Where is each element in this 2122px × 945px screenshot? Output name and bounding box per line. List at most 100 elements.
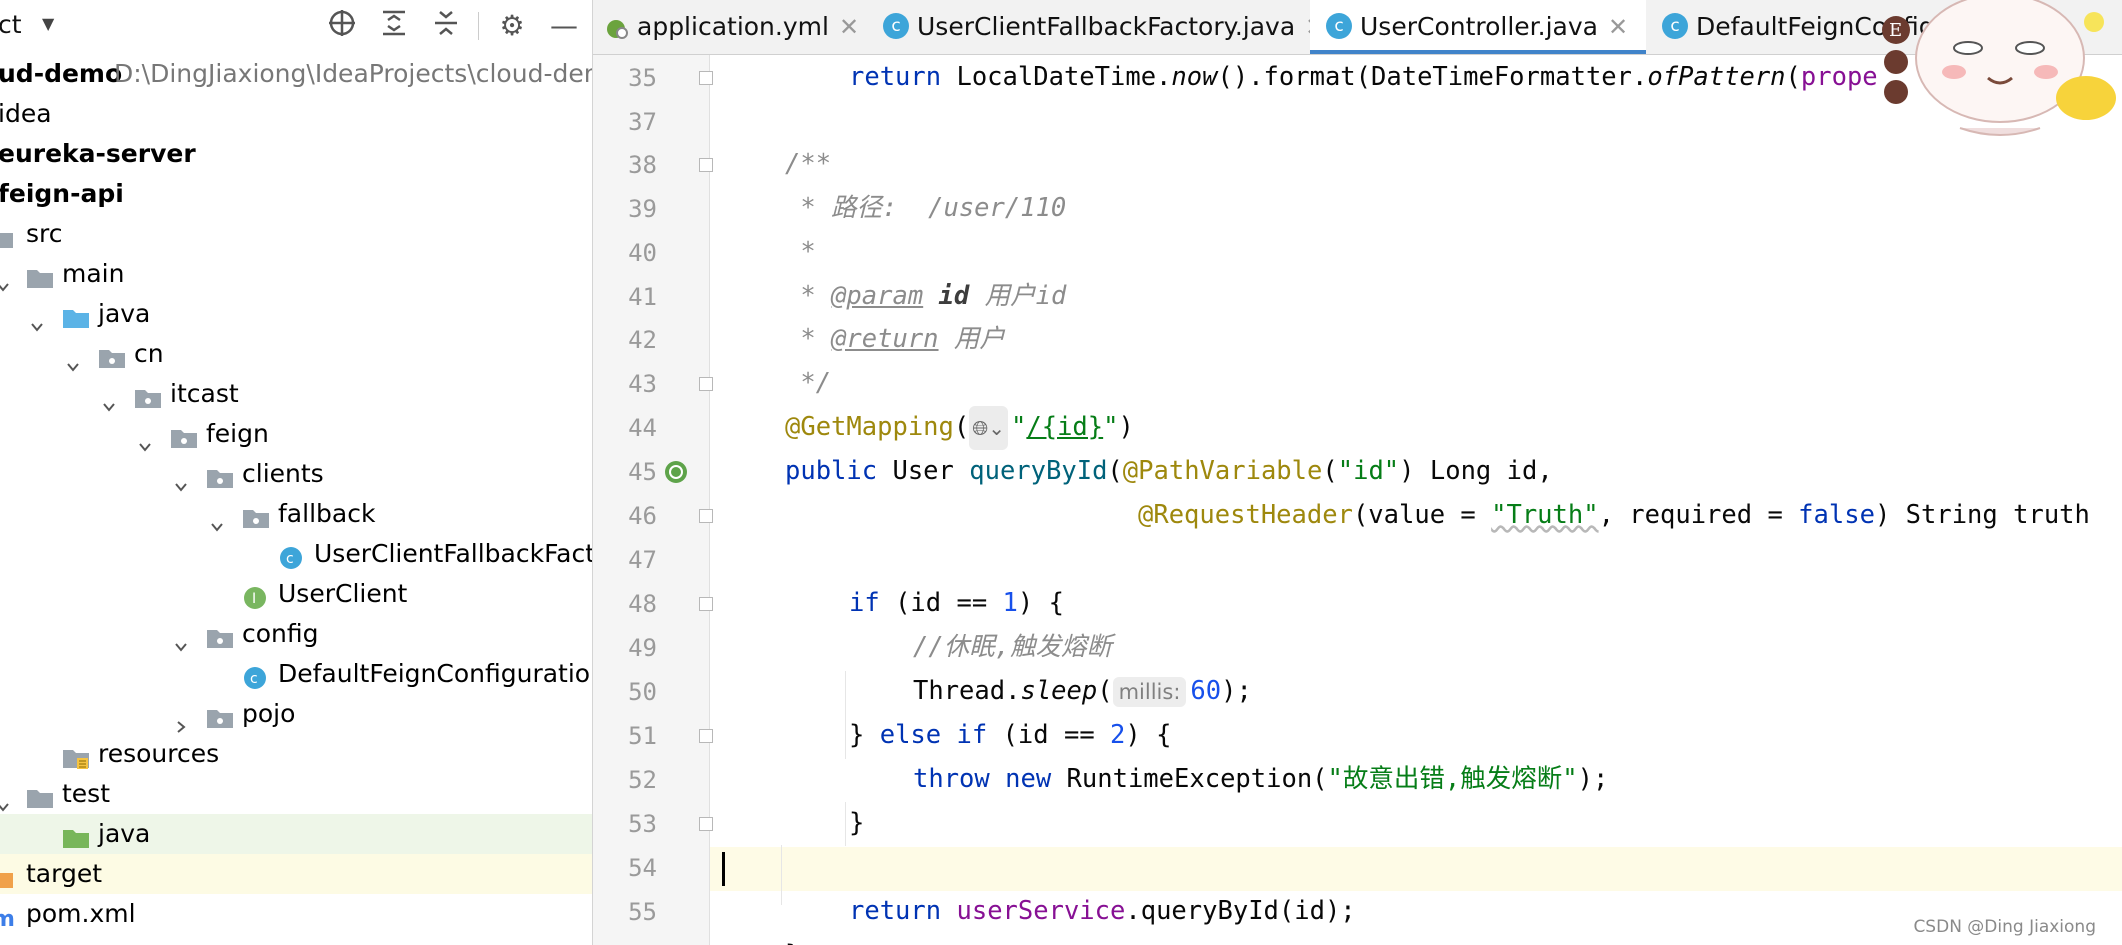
class-icon: c xyxy=(242,662,270,689)
code-line-41: * @param id 用户id xyxy=(785,281,1067,311)
tree-item[interactable]: c DefaultFeignConfiguration xyxy=(0,654,592,694)
excluded-folder-icon xyxy=(0,862,14,888)
spring-endpoint-icon[interactable] xyxy=(663,459,689,485)
project-toolbar: ct ▼ ⚙ — xyxy=(0,0,592,54)
tree-item[interactable]: main xyxy=(0,254,592,294)
line-number: 48 xyxy=(628,590,657,618)
tree-item[interactable]: ud-demo D:\DingJiaxiong\IdeaProjects\clou… xyxy=(0,54,592,94)
parameter-hint: millis: xyxy=(1112,677,1187,707)
chevron-down-icon[interactable] xyxy=(66,346,80,372)
tree-item[interactable]: src xyxy=(0,214,592,254)
svg-text:I: I xyxy=(252,591,256,607)
tree-item-label: target xyxy=(26,859,103,888)
class-icon: c xyxy=(278,542,306,569)
tab-application-yml[interactable]: application.yml ✕ xyxy=(605,0,859,54)
watermark: CSDN @Ding Jiaxiong xyxy=(1913,917,2096,937)
chevron-down-icon[interactable] xyxy=(30,306,44,332)
tree-item[interactable]: idea xyxy=(0,94,592,134)
chevron-down-icon[interactable] xyxy=(0,266,10,292)
tree-item-label: pom.xml xyxy=(26,899,136,928)
code-line-52: throw new RuntimeException("故意出错,触发熔断"); xyxy=(913,764,1609,794)
line-number: 43 xyxy=(628,370,657,398)
sticker-letter: E xyxy=(1889,20,1902,41)
tree-item[interactable]: I UserClient xyxy=(0,574,592,614)
line-number: 46 xyxy=(628,502,657,530)
toolbar-divider xyxy=(478,12,479,40)
code-line-50: Thread.sleep(millis: 60); xyxy=(913,676,1252,707)
line-number: 51 xyxy=(628,722,657,750)
chevron-down-icon[interactable] xyxy=(174,466,188,492)
tree-item[interactable]: eureka-server xyxy=(0,134,592,174)
project-tool-window: ct ▼ ⚙ — ud-demo D:\DingJiaxiong\IdeaProj… xyxy=(0,0,593,945)
tree-item[interactable]: clients xyxy=(0,454,592,494)
editor-gutter: 35 37 38 39 40 41 42 43 44 45 46 47 48 49 50 51 52 53 54 55 xyxy=(593,55,713,945)
tree-item[interactable]: test xyxy=(0,774,592,814)
tree-item-label: eureka-server xyxy=(0,139,196,168)
folder-icon xyxy=(0,222,14,248)
tree-item[interactable]: java xyxy=(0,814,592,854)
tab-usercontroller[interactable]: c UserController.java ✕ xyxy=(1310,0,1646,54)
test-folder-icon xyxy=(62,822,90,848)
web-icon[interactable]: 🌐︎⌄ xyxy=(969,406,1009,450)
package-icon xyxy=(134,382,162,408)
tree-item[interactable]: fallback xyxy=(0,494,592,534)
code-line-44: @GetMapping(🌐︎⌄ "/{id}") xyxy=(785,405,1134,450)
tree-item-label: feign xyxy=(206,419,269,448)
gear-icon[interactable]: ⚙ xyxy=(494,8,530,44)
tree-item[interactable]: resources xyxy=(0,734,592,774)
line-number: 55 xyxy=(628,898,657,926)
code-line-42: * @return 用户 xyxy=(785,324,1005,354)
tab-userclientfallbackfactory[interactable]: cUserClientFallbackFactory.java✕ xyxy=(883,0,1325,54)
source-folder-icon xyxy=(62,302,90,328)
class-icon: c xyxy=(1662,13,1688,39)
tree-item-label: UserClient xyxy=(278,579,408,608)
package-icon xyxy=(206,702,234,728)
chevron-down-icon[interactable] xyxy=(102,386,116,412)
line-number: 47 xyxy=(628,546,657,574)
tree-item[interactable]: itcast xyxy=(0,374,592,414)
chevron-down-icon[interactable] xyxy=(210,506,224,532)
code-line-39: * 路径: /user/110 xyxy=(785,193,1067,223)
tree-item[interactable]: java xyxy=(0,294,592,334)
indent-guide xyxy=(781,845,782,905)
expand-all-icon[interactable] xyxy=(376,8,412,44)
tree-item-label: pojo xyxy=(242,699,296,728)
locate-icon[interactable] xyxy=(324,8,360,44)
tree-item[interactable]: cn xyxy=(0,334,592,374)
code-editor[interactable]: return LocalDateTime.now().format(DateTi… xyxy=(710,55,2122,945)
chevron-right-icon[interactable] xyxy=(174,706,188,733)
close-icon[interactable]: ✕ xyxy=(839,13,859,41)
line-number: 37 xyxy=(628,108,657,136)
tree-item[interactable]: c UserClientFallbackFactory xyxy=(0,534,592,574)
interface-icon: I xyxy=(242,582,270,609)
chevron-down-icon[interactable] xyxy=(0,786,10,812)
tree-item[interactable]: feign-api xyxy=(0,174,592,214)
tree-item-label: UserClientFallbackFactory xyxy=(314,539,592,568)
resources-folder-icon xyxy=(62,742,90,769)
svg-text:m: m xyxy=(0,907,15,930)
close-icon[interactable]: ✕ xyxy=(1608,13,1628,41)
svg-text:c: c xyxy=(250,671,258,687)
code-line-48: if (id == 1) { xyxy=(849,588,1064,618)
yaml-file-icon xyxy=(607,20,628,39)
chevron-down-icon[interactable]: ▼ xyxy=(42,14,54,33)
code-line-38: /** xyxy=(785,149,832,179)
tree-item[interactable]: pojo xyxy=(0,694,592,734)
chevron-down-icon[interactable] xyxy=(138,426,152,452)
tree-item[interactable]: config xyxy=(0,614,592,654)
collapse-all-icon[interactable] xyxy=(428,8,464,44)
project-view-selector[interactable]: ct ▼ xyxy=(0,10,54,39)
chevron-down-icon[interactable] xyxy=(174,626,188,652)
code-line-53: } xyxy=(849,808,865,838)
tree-item-label: test xyxy=(62,779,111,808)
tree-item[interactable]: feign xyxy=(0,414,592,454)
package-icon xyxy=(206,622,234,648)
tree-item-label: fallback xyxy=(278,499,376,528)
package-icon xyxy=(206,462,234,488)
tree-item[interactable]: m pom.xml xyxy=(0,894,592,934)
hide-icon[interactable]: — xyxy=(546,8,582,44)
tree-item-label: main xyxy=(62,259,125,288)
tree-item-label: DefaultFeignConfiguration xyxy=(278,659,593,688)
tree-item[interactable]: target xyxy=(0,854,592,894)
tab-label: UserController.java xyxy=(1360,12,1598,41)
